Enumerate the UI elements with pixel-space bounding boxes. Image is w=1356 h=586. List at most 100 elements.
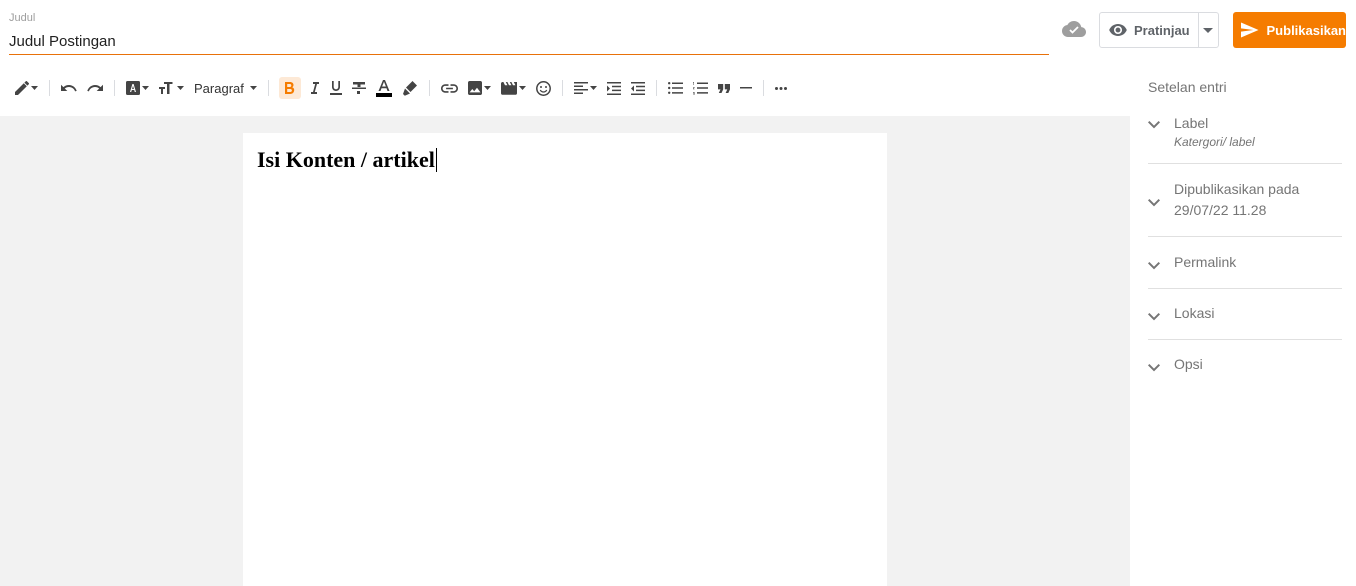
insert-video-button[interactable] xyxy=(496,74,531,102)
link-icon xyxy=(440,83,458,93)
text-color-button[interactable] xyxy=(371,74,397,102)
caret-down-icon xyxy=(177,86,184,90)
quote-button[interactable] xyxy=(713,74,735,102)
chevron-down-icon xyxy=(1148,199,1160,207)
post-title-label: Judul xyxy=(9,12,36,24)
highlight-button[interactable] xyxy=(397,74,423,102)
caret-down-icon xyxy=(589,86,597,90)
formatting-toolbar: Paragraf xyxy=(0,70,1130,106)
strikethrough-button[interactable] xyxy=(347,74,371,102)
more-icon xyxy=(774,86,787,90)
preview-label: Pratinjau xyxy=(1134,22,1190,38)
cloud-saved-icon xyxy=(1062,19,1086,39)
font-family-icon xyxy=(126,81,140,95)
image-icon xyxy=(467,81,482,95)
align-button[interactable] xyxy=(569,74,602,102)
publish-button[interactable]: Publikasikan xyxy=(1233,12,1346,48)
undo-icon xyxy=(61,84,77,91)
caret-down-icon xyxy=(1203,27,1214,33)
setting-options-title: Opsi xyxy=(1174,356,1203,372)
send-icon xyxy=(1241,22,1259,38)
toolbar-divider xyxy=(114,80,115,96)
insert-emoji-button[interactable] xyxy=(531,74,556,102)
setting-label-title: Label xyxy=(1174,115,1209,131)
undo-button[interactable] xyxy=(56,74,82,102)
outdent-button[interactable] xyxy=(626,74,650,102)
post-settings-sidebar: Setelan entri Label Katergori/ label Dip… xyxy=(1130,60,1356,586)
caret-down-icon xyxy=(142,86,149,90)
editor-page[interactable]: Isi Konten / artikel xyxy=(243,133,887,586)
toolbar-divider xyxy=(762,80,764,96)
setting-permalink[interactable]: Permalink xyxy=(1148,252,1342,275)
preview-dropdown-button[interactable] xyxy=(1199,13,1218,47)
indent-button[interactable] xyxy=(602,74,626,102)
sidebar-divider xyxy=(1148,288,1342,289)
sidebar-divider xyxy=(1148,163,1342,164)
numbered-list-button[interactable] xyxy=(688,74,713,102)
editor-canvas: Isi Konten / artikel xyxy=(0,116,1130,586)
highlight-icon xyxy=(402,80,417,96)
post-title-input[interactable] xyxy=(9,33,1039,50)
preview-button-group: Pratinjau xyxy=(1099,12,1219,48)
caret-down-icon xyxy=(518,86,526,90)
italic-button[interactable] xyxy=(305,74,325,102)
text-color-icon xyxy=(375,79,392,97)
quote-icon xyxy=(717,83,730,93)
italic-icon xyxy=(310,82,319,94)
sidebar-divider xyxy=(1148,236,1342,237)
toolbar-divider xyxy=(49,80,50,96)
redo-icon xyxy=(87,84,103,91)
numbered-list-icon xyxy=(692,81,708,95)
underline-icon xyxy=(329,81,342,95)
setting-options[interactable]: Opsi xyxy=(1148,354,1342,377)
setting-published-at-value: 29/07/22 11.28 xyxy=(1174,202,1267,218)
strikethrough-icon xyxy=(351,82,366,94)
underline-button[interactable] xyxy=(325,74,347,102)
setting-published-at[interactable]: Dipublikasikan pada 29/07/22 11.28 xyxy=(1148,179,1342,221)
bold-icon xyxy=(284,82,295,94)
horizontal-rule-icon xyxy=(739,87,752,89)
outdent-icon xyxy=(630,81,645,95)
bold-button[interactable] xyxy=(278,77,301,99)
horizontal-rule-button[interactable] xyxy=(735,74,757,102)
caret-down-icon xyxy=(31,86,38,90)
font-family-button[interactable] xyxy=(121,74,154,102)
bulleted-list-icon xyxy=(667,82,683,94)
setting-label-value: Katergori/ label xyxy=(1174,135,1255,149)
setting-published-at-title: Dipublikasikan pada xyxy=(1174,181,1300,197)
chevron-down-icon xyxy=(1148,121,1160,129)
setting-permalink-title: Permalink xyxy=(1174,254,1237,270)
insert-link-button[interactable] xyxy=(436,74,463,102)
video-icon xyxy=(500,81,517,95)
paragraph-style-dropdown[interactable]: Paragraf xyxy=(189,74,262,102)
toolbar-divider xyxy=(267,80,269,96)
toolbar-divider xyxy=(655,80,657,96)
more-options-button[interactable] xyxy=(770,74,792,102)
insert-image-button[interactable] xyxy=(463,74,496,102)
chevron-down-icon xyxy=(1148,364,1160,372)
publish-label: Publikasikan xyxy=(1266,22,1346,38)
setting-location[interactable]: Lokasi xyxy=(1148,303,1342,326)
redo-button[interactable] xyxy=(82,74,108,102)
content-heading[interactable]: Isi Konten / artikel xyxy=(257,147,437,173)
chevron-down-icon xyxy=(1148,313,1160,321)
sidebar-title: Setelan entri xyxy=(1148,79,1227,95)
preview-button[interactable]: Pratinjau xyxy=(1100,13,1199,47)
blogger-post-editor: Judul Pratinjau Publikasikan xyxy=(0,0,1356,586)
align-left-icon xyxy=(573,82,588,94)
toolbar-divider xyxy=(428,80,430,96)
setting-label[interactable]: Label Katergori/ label xyxy=(1148,113,1342,150)
toolbar-divider xyxy=(561,80,563,96)
sidebar-divider xyxy=(1148,339,1342,340)
caret-down-icon xyxy=(483,86,491,90)
emoji-icon xyxy=(535,80,551,96)
text-cursor xyxy=(435,148,437,172)
bulleted-list-button[interactable] xyxy=(663,74,688,102)
paragraph-style-label: Paragraf xyxy=(194,80,244,96)
content-heading-text: Isi Konten / artikel xyxy=(257,147,435,172)
font-size-button[interactable] xyxy=(154,74,189,102)
chevron-down-icon xyxy=(1148,262,1160,270)
post-title-field[interactable]: Judul xyxy=(9,10,1049,55)
setting-location-title: Lokasi xyxy=(1174,305,1215,321)
edit-mode-button[interactable] xyxy=(10,74,43,102)
